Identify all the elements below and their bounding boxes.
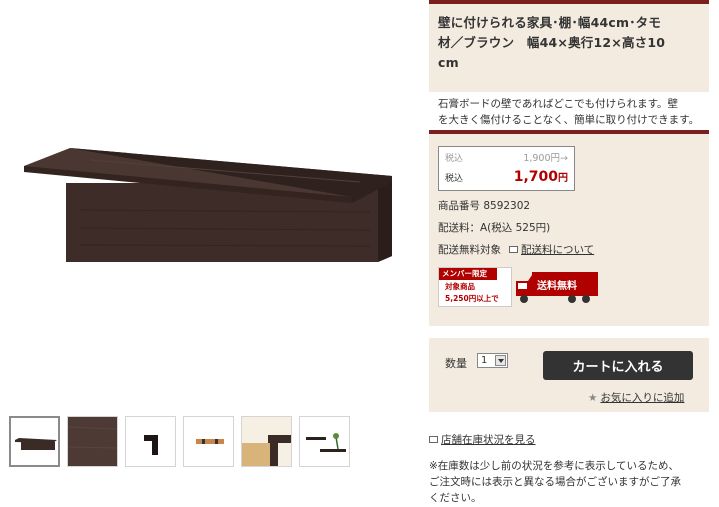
star-icon: ★ xyxy=(588,392,598,404)
description-line: 石膏ボードの壁であればどこでも付けられます。壁 xyxy=(438,98,679,110)
member-banner-text: メンバー限定 対象商品 5,250円以上で xyxy=(438,267,512,307)
new-price-unit: 円 xyxy=(558,173,568,184)
add-to-cart-button[interactable]: カートに入れる xyxy=(543,351,693,380)
chevron-down-icon xyxy=(495,355,506,366)
note-line: ※在庫数は少し前の状況を参考に表示しているため、 xyxy=(429,460,679,472)
member-line2: 5,250円以上で xyxy=(445,294,499,303)
store-stock-row: 店舗在庫状況を見る xyxy=(429,432,536,447)
product-number: 商品番号 8592302 xyxy=(438,199,531,212)
stock-note: ※在庫数は少し前の状況を参考に表示しているため、 ご注文時には表示と異なる場合が… xyxy=(429,458,709,506)
product-title-line: 壁に付けられる家具･棚･幅44cm･タモ xyxy=(438,15,662,30)
old-price-label: 税込 xyxy=(445,154,464,164)
thumb-shelf-side[interactable] xyxy=(125,416,176,467)
product-title-box: 壁に付けられる家具･棚･幅44cm･タモ 材／ブラウン 幅44×奥行12×高さ1… xyxy=(429,0,709,92)
member-line1: 対象商品 xyxy=(445,282,475,291)
thumbnail-strip xyxy=(9,416,350,467)
thumb-shelf-in-room[interactable] xyxy=(241,416,292,467)
new-price-row: 税込 1,700円 xyxy=(445,169,568,188)
thumb-wood-texture[interactable] xyxy=(67,416,118,467)
product-title-line: 材／ブラウン 幅44×奥行12×高さ10 xyxy=(438,35,666,50)
store-stock-link[interactable]: 店舗在庫状況を見る xyxy=(441,432,536,447)
window-icon xyxy=(429,436,438,443)
product-main-image xyxy=(0,0,420,400)
note-line: ご注文時には表示と異なる場合がございますがご了承 xyxy=(429,476,681,488)
note-line: ください。 xyxy=(429,492,482,504)
price-box: 税込 1,900円→ 税込 1,700円 xyxy=(438,146,575,191)
product-title: 壁に付けられる家具･棚･幅44cm･タモ 材／ブラウン 幅44×奥行12×高さ1… xyxy=(438,13,701,73)
old-price: 1,900円→ xyxy=(523,153,568,164)
product-description: 石膏ボードの壁であればどこでも付けられます。壁 を大きく傷付けることなく、簡単に… xyxy=(438,96,701,128)
free-shipping-label: 配送無料対象 xyxy=(438,243,501,256)
thumb-shelf-front[interactable] xyxy=(9,416,60,467)
quantity-select[interactable]: 1 xyxy=(477,353,508,368)
product-title-line: cm xyxy=(438,55,459,70)
thumb-shelf-top[interactable] xyxy=(183,416,234,467)
thumb-shelves-with-plant[interactable] xyxy=(299,416,350,467)
product-description-box: 石膏ボードの壁であればどこでも付けられます。壁 を大きく傷付けることなく、簡単に… xyxy=(429,92,709,134)
description-line: を大きく傷付けることなく、簡単に取り付けできます。 xyxy=(438,114,700,126)
quantity-value: 1 xyxy=(481,355,488,366)
shipping-info-link[interactable]: 配送料について xyxy=(521,242,594,257)
free-shipping-row: 配送無料対象 配送料について xyxy=(438,241,709,257)
cart-area: 数量 1 カートに入れる ★ お気に入りに追加 xyxy=(429,338,709,412)
new-price-value: 1,700 xyxy=(513,169,558,185)
favorite-label: お気に入りに追加 xyxy=(600,392,685,404)
shipping-fee: 配送料：A(税込 525円) xyxy=(438,221,551,234)
old-price-row: 税込 1,900円→ xyxy=(445,150,568,169)
price-area: 税込 1,900円→ 税込 1,700円 商品番号 8592302 配送料：A(… xyxy=(429,134,709,326)
add-to-favorites-link[interactable]: ★ お気に入りに追加 xyxy=(588,390,684,405)
new-price-label: 税込 xyxy=(445,174,464,184)
free-shipping-badge: 送料無料 xyxy=(536,279,577,292)
truck-icon: 送料無料 xyxy=(516,272,598,303)
new-price: 1,700円 xyxy=(514,169,568,185)
quantity-label: 数量 xyxy=(445,357,467,370)
window-icon xyxy=(509,245,518,253)
member-free-shipping-banner[interactable]: メンバー限定 対象商品 5,250円以上で 送料無料 xyxy=(438,267,600,307)
member-tag: メンバー限定 xyxy=(439,268,497,280)
